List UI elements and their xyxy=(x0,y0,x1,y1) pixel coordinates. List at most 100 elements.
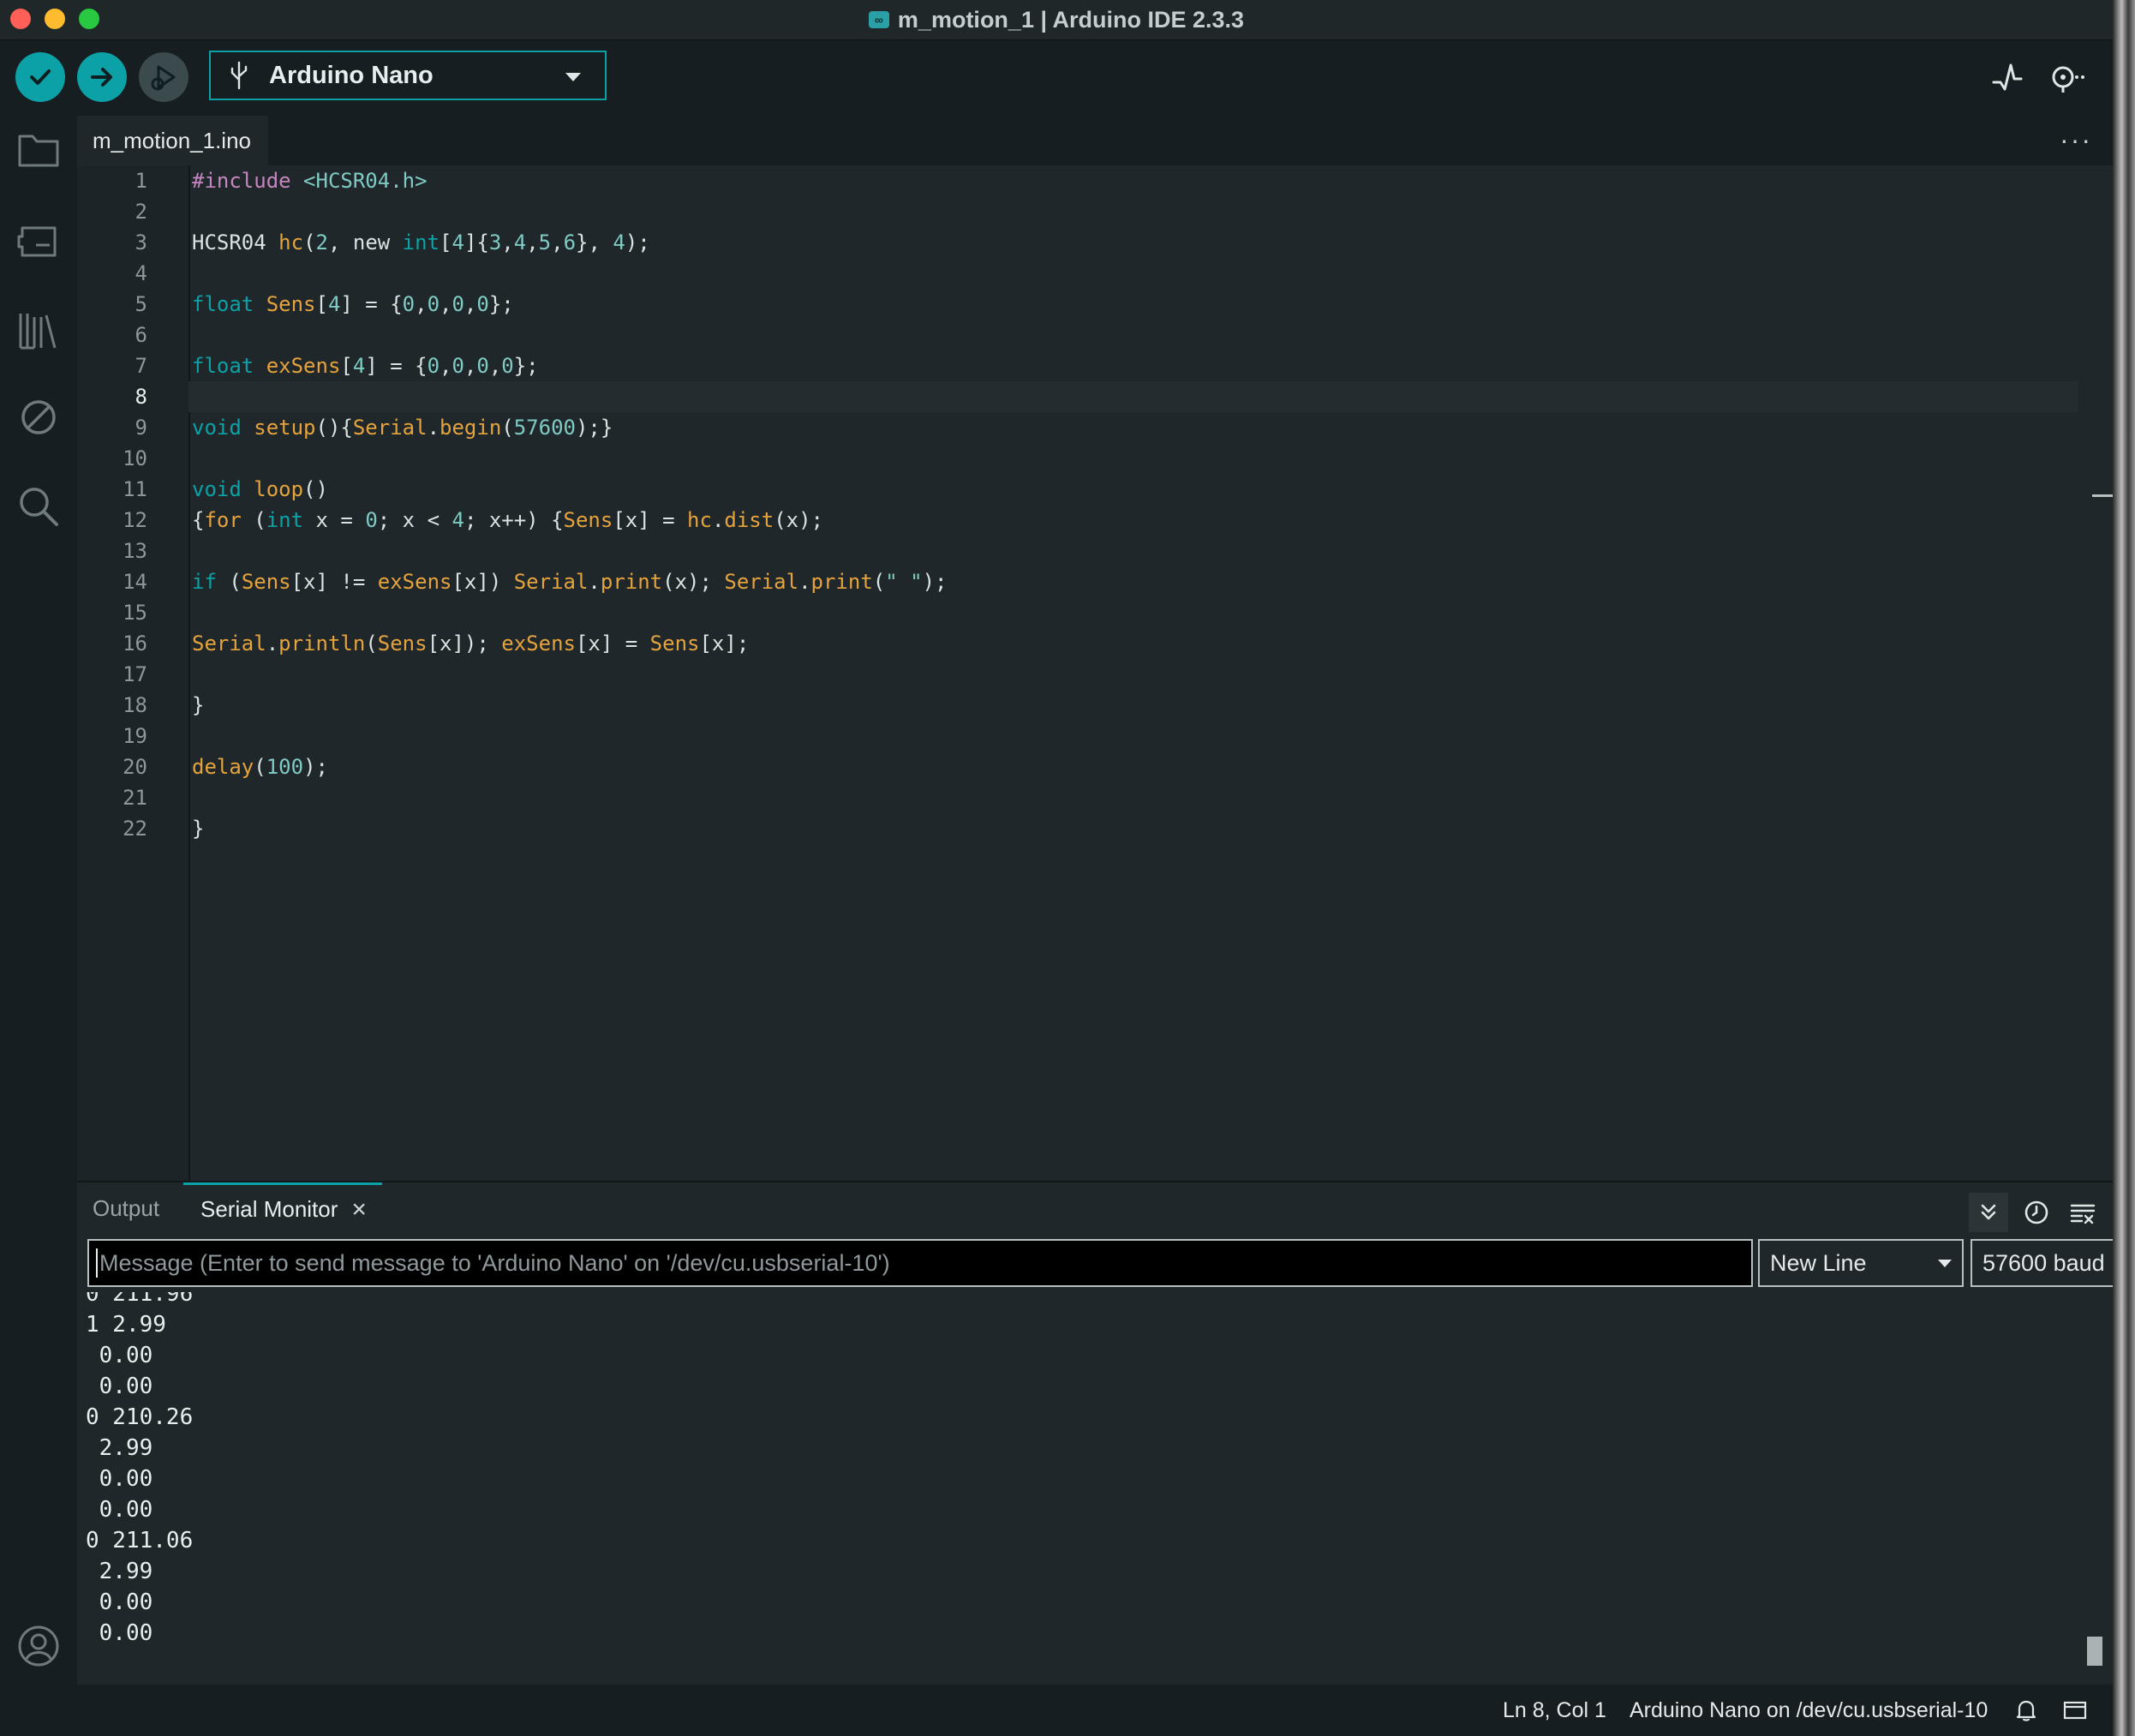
code-token: ); xyxy=(303,755,328,779)
code-line[interactable] xyxy=(192,258,2078,289)
code-token: ] = { xyxy=(340,292,403,316)
code-line[interactable] xyxy=(192,721,2078,751)
tab-serial-monitor[interactable]: Serial Monitor × xyxy=(183,1182,382,1234)
text-cursor xyxy=(96,1248,98,1278)
clear-output-button[interactable] xyxy=(2063,1193,2102,1232)
code-line[interactable] xyxy=(192,782,2078,813)
code-token: Serial xyxy=(352,416,428,440)
serial-output-line: 2.99 xyxy=(86,1435,153,1461)
code-line[interactable] xyxy=(192,320,2078,350)
code-token: 4 xyxy=(352,354,366,378)
code-line[interactable]: float Sens[4] = {0,0,0,0}; xyxy=(192,289,2078,320)
code-token: ); xyxy=(922,570,948,594)
cursor-position[interactable]: Ln 8, Col 1 xyxy=(1503,1685,1606,1736)
code-token: 57600 xyxy=(513,416,576,440)
line-number: 10 xyxy=(123,446,147,470)
code-token: { xyxy=(192,508,205,532)
serial-message-input[interactable]: Message (Enter to send message to 'Ardui… xyxy=(87,1239,1753,1287)
panel-layout-icon xyxy=(2063,1701,2087,1720)
notifications-button[interactable] xyxy=(2015,1685,2037,1736)
code-token: () xyxy=(303,477,328,501)
code-line[interactable]: delay(100); xyxy=(192,751,2078,782)
more-actions-button[interactable]: ··· xyxy=(2060,124,2092,156)
code-line[interactable] xyxy=(188,381,2078,412)
toggle-timestamp-button[interactable] xyxy=(2017,1193,2056,1232)
toggle-panel-button[interactable] xyxy=(2063,1685,2087,1736)
debug-button[interactable] xyxy=(139,52,188,102)
code-line[interactable]: HCSR04 hc(2, new int[4]{3,4,5,6}, 4); xyxy=(192,227,2078,258)
tab-output[interactable]: Output xyxy=(93,1182,159,1234)
code-line[interactable]: Serial.println(Sens[x]); exSens[x] = Sen… xyxy=(192,628,2078,659)
code-token: Sens xyxy=(377,632,428,655)
sketchbook-button[interactable] xyxy=(15,126,63,174)
serial-output[interactable]: 0 211.96 1 2.99 0.00 0.00 0 210.26 2.99 0.… xyxy=(86,1292,2056,1681)
line-numbers: 1 2 3 4 5 6 7 8 9 10 11 12 13 14 15 16 17 18 19 20 21 22 xyxy=(77,165,147,844)
code-line[interactable] xyxy=(192,597,2078,628)
line-number: 4 xyxy=(135,261,147,285)
code-token: for xyxy=(204,508,242,532)
serial-output-line: 0.00 xyxy=(86,1466,153,1492)
code-line[interactable]: } xyxy=(192,690,2078,721)
code-token: , xyxy=(415,292,428,316)
line-ending-select[interactable]: New Line xyxy=(1758,1239,1964,1287)
chevron-down-icon xyxy=(1938,1260,1952,1267)
code-token: hc xyxy=(687,508,712,532)
code-token: [x] = xyxy=(575,632,650,655)
toggle-autoscroll-button[interactable] xyxy=(1969,1193,2008,1232)
code-token: print xyxy=(600,570,663,594)
code-token: Sens xyxy=(266,292,316,316)
code-line[interactable]: void setup(){Serial.begin(57600);} xyxy=(192,412,2078,443)
bell-icon xyxy=(2016,1700,2036,1721)
code-token: Sens xyxy=(241,570,291,594)
code-line[interactable] xyxy=(192,443,2078,474)
code-token: (x); xyxy=(774,508,823,532)
serial-output-line: 0.00 xyxy=(86,1343,153,1368)
code-line[interactable]: {for (int x = 0; x < 4; x++) {Sens[x] = … xyxy=(192,505,2078,536)
board-selector[interactable]: Arduino Nano xyxy=(209,51,607,100)
code-token: int xyxy=(266,508,304,532)
code-line[interactable]: #include <HCSR04.h> xyxy=(192,165,2078,196)
close-icon[interactable]: × xyxy=(351,1195,367,1224)
code-token: float xyxy=(192,292,254,316)
verify-button[interactable] xyxy=(15,52,65,102)
code-token: . xyxy=(711,508,725,532)
debug-panel-button[interactable] xyxy=(15,393,63,441)
code-token: 3 xyxy=(488,230,502,254)
serial-output-line: 2.99 xyxy=(86,1559,153,1584)
code-line[interactable]: if (Sens[x] != exSens[x]) Serial.print(x… xyxy=(192,566,2078,597)
code-token: begin xyxy=(440,416,502,440)
boards-manager-button[interactable] xyxy=(15,217,63,265)
code-token: [x] != xyxy=(290,570,378,594)
search-button[interactable] xyxy=(15,482,63,530)
code-token: . xyxy=(798,570,811,594)
serial-output-line: 0 211.06 xyxy=(86,1528,194,1553)
library-manager-button[interactable] xyxy=(15,306,63,354)
code-editor[interactable]: #include <HCSR04.h> HCSR04 hc(2, new int… xyxy=(188,165,2078,844)
code-line[interactable]: } xyxy=(192,813,2078,844)
code-line[interactable]: void loop() xyxy=(192,474,2078,505)
serial-output-line: 0.00 xyxy=(86,1374,153,1399)
board-port-status[interactable]: Arduino Nano on /dev/cu.usbserial-10 xyxy=(1630,1685,1988,1736)
line-number: 21 xyxy=(123,786,147,810)
editor-scrollbar[interactable] xyxy=(2090,165,2113,1181)
panel-tab-bar: Output Serial Monitor × xyxy=(77,1182,2113,1234)
code-token: ] = { xyxy=(365,354,428,378)
code-token: print xyxy=(810,570,873,594)
account-button[interactable] xyxy=(15,1622,63,1670)
serial-monitor-button[interactable] xyxy=(2046,57,2085,97)
tab-m-motion-1[interactable]: m_motion_1.ino xyxy=(77,116,268,165)
code-line[interactable]: float exSens[4] = {0,0,0,0}; xyxy=(192,350,2078,381)
line-number: 5 xyxy=(135,292,147,316)
upload-button[interactable] xyxy=(77,52,127,102)
code-line[interactable] xyxy=(192,659,2078,690)
code-token: );} xyxy=(575,416,613,440)
code-token: ( xyxy=(216,570,242,594)
baud-rate-select[interactable]: 57600 baud xyxy=(1971,1239,2113,1287)
window-title: ∞ m_motion_1 | Arduino IDE 2.3.3 xyxy=(0,0,2113,39)
code-line[interactable] xyxy=(192,196,2078,227)
code-line[interactable] xyxy=(192,536,2078,566)
serial-plotter-button[interactable] xyxy=(1988,57,2027,97)
serial-output-scrollbar[interactable] xyxy=(2087,1637,2102,1666)
